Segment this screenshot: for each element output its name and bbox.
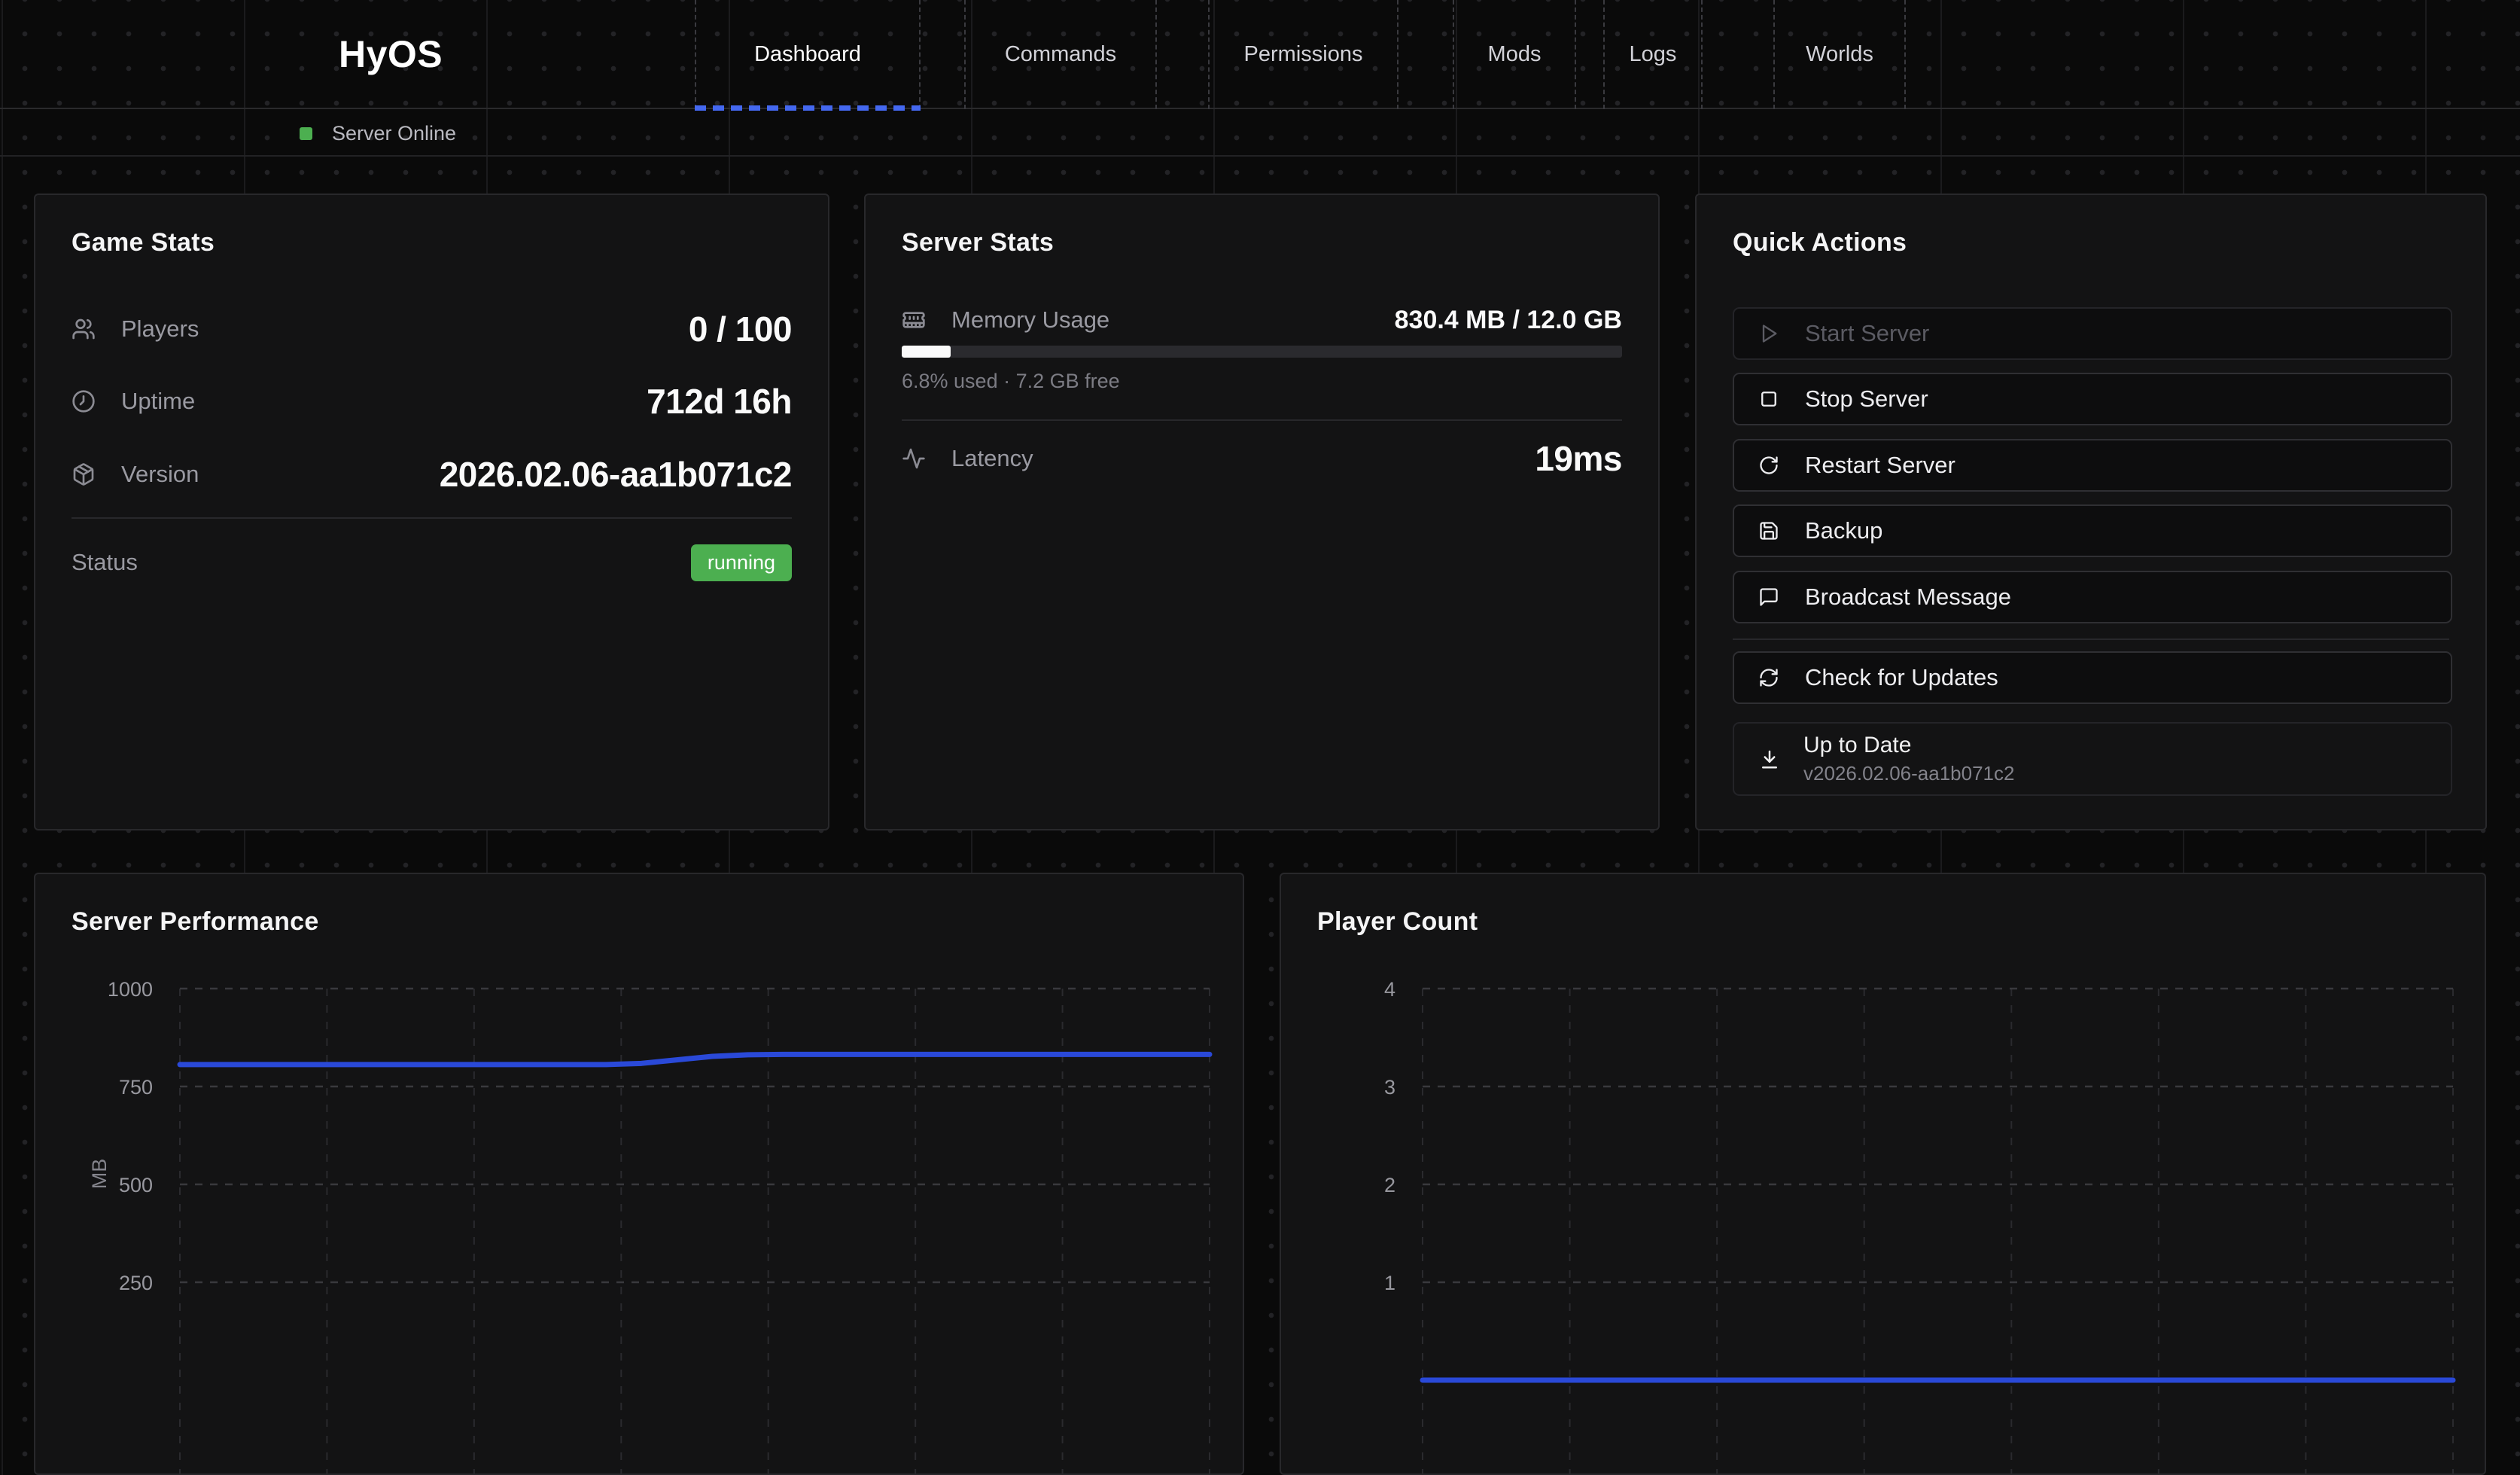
players-row: Players 0 / 100: [72, 306, 792, 352]
svg-text:1: 1: [1384, 1272, 1395, 1294]
svg-text:250: 250: [119, 1272, 153, 1294]
server-performance-card: Server Performance MB 1000750500250: [34, 873, 1244, 1475]
card-title: Server Stats: [902, 228, 1054, 258]
uptime-value: 712d 16h: [647, 381, 792, 422]
refresh-icon: [1758, 667, 1779, 688]
top-nav-bar: HyOS Dashboard Commands Permissions Mods…: [0, 0, 2520, 109]
server-stats-card: Server Stats Memory Usage 830.4 MB / 12.…: [864, 194, 1660, 830]
backup-button[interactable]: Backup: [1733, 504, 2452, 557]
divider: [902, 419, 1622, 421]
card-title: Quick Actions: [1733, 228, 1907, 258]
uptime-label: Uptime: [121, 388, 195, 415]
memory-value: 830.4 MB / 12.0 GB: [1395, 306, 1622, 335]
tab-label: Dashboard: [754, 42, 861, 67]
version-row: Version 2026.02.06-aa1b071c2: [72, 452, 792, 497]
players-value: 0 / 100: [689, 309, 792, 349]
server-performance-plot: 1000 750 500 250: [35, 874, 1243, 1473]
svg-text:4: 4: [1384, 978, 1395, 1001]
svg-text:1000: 1000: [108, 978, 153, 1001]
version-label: Version: [121, 461, 199, 488]
version-value: 2026.02.06-aa1b071c2: [440, 454, 792, 495]
app-logo: HyOS: [339, 0, 443, 109]
save-icon: [1758, 520, 1779, 541]
tab-mods[interactable]: Mods: [1453, 0, 1576, 109]
tab-label: Mods: [1488, 42, 1542, 67]
tab-logs[interactable]: Logs: [1603, 0, 1703, 109]
latency-value: 19ms: [1535, 438, 1622, 479]
tab-label: Worlds: [1806, 42, 1873, 67]
divider: [72, 517, 792, 519]
svg-text:3: 3: [1384, 1076, 1395, 1099]
player-count-plot: 4 3 2 1: [1281, 874, 2485, 1473]
latency-row: Latency 19ms: [902, 436, 1622, 481]
tab-label: Commands: [1005, 42, 1116, 67]
card-title: Game Stats: [72, 228, 215, 258]
quick-actions-card: Quick Actions Start Server Stop Server R…: [1695, 194, 2487, 830]
tab-worlds[interactable]: Worlds: [1773, 0, 1906, 109]
start-server-button[interactable]: Start Server: [1733, 307, 2452, 360]
button-label: Stop Server: [1805, 386, 1928, 413]
tab-dashboard[interactable]: Dashboard: [695, 0, 921, 109]
divider: [1733, 638, 2449, 640]
tab-permissions[interactable]: Permissions: [1208, 0, 1398, 109]
button-label: Start Server: [1805, 320, 1929, 347]
tab-label: Logs: [1630, 42, 1677, 67]
play-icon: [1758, 323, 1779, 344]
status-badge: running: [691, 544, 792, 581]
online-status-dot: [300, 127, 312, 140]
restart-server-button[interactable]: Restart Server: [1733, 439, 2452, 492]
users-icon: [72, 317, 96, 341]
memory-row: Memory Usage 830.4 MB / 12.0 GB: [902, 300, 1622, 340]
server-status-bar: Server Online: [0, 111, 2520, 157]
tab-label: Permissions: [1244, 42, 1363, 67]
uptime-row: Uptime 712d 16h: [72, 379, 792, 424]
memory-icon: [902, 308, 926, 332]
memory-progress-bar: [902, 346, 1622, 358]
memory-progress-fill: [902, 346, 951, 358]
button-label: Check for Updates: [1805, 664, 1998, 691]
button-label: Restart Server: [1805, 452, 1955, 479]
stop-icon: [1758, 389, 1779, 410]
stop-server-button[interactable]: Stop Server: [1733, 373, 2452, 425]
game-stats-card: Game Stats Players 0 / 100 Uptime 712d 1…: [34, 194, 829, 830]
update-status-title: Up to Date: [1803, 733, 2014, 758]
players-label: Players: [121, 315, 199, 343]
status-row: Status running: [72, 540, 792, 585]
clock-icon: [72, 389, 96, 413]
latency-label: Latency: [951, 445, 1033, 472]
memory-caption: 6.8% used · 7.2 GB free: [902, 370, 1120, 393]
broadcast-message-button[interactable]: Broadcast Message: [1733, 571, 2452, 623]
button-label: Broadcast Message: [1805, 584, 2011, 611]
status-label: Status: [72, 549, 138, 576]
update-status-version: v2026.02.06-aa1b071c2: [1803, 762, 2014, 785]
tab-commands[interactable]: Commands: [964, 0, 1157, 109]
restart-icon: [1758, 455, 1779, 476]
package-icon: [72, 462, 96, 486]
memory-label: Memory Usage: [951, 306, 1109, 334]
button-label: Backup: [1805, 517, 1882, 544]
activity-icon: [902, 446, 926, 471]
active-tab-underline: [695, 105, 921, 111]
check-for-updates-button[interactable]: Check for Updates: [1733, 651, 2452, 704]
svg-text:2: 2: [1384, 1174, 1395, 1196]
svg-text:500: 500: [119, 1174, 153, 1196]
message-icon: [1758, 587, 1779, 608]
svg-text:750: 750: [119, 1076, 153, 1099]
download-icon: [1758, 748, 1781, 770]
server-status-label: Server Online: [332, 111, 456, 157]
update-status-box: Up to Date v2026.02.06-aa1b071c2: [1733, 722, 2452, 796]
player-count-card: Player Count 4321: [1280, 873, 2486, 1475]
